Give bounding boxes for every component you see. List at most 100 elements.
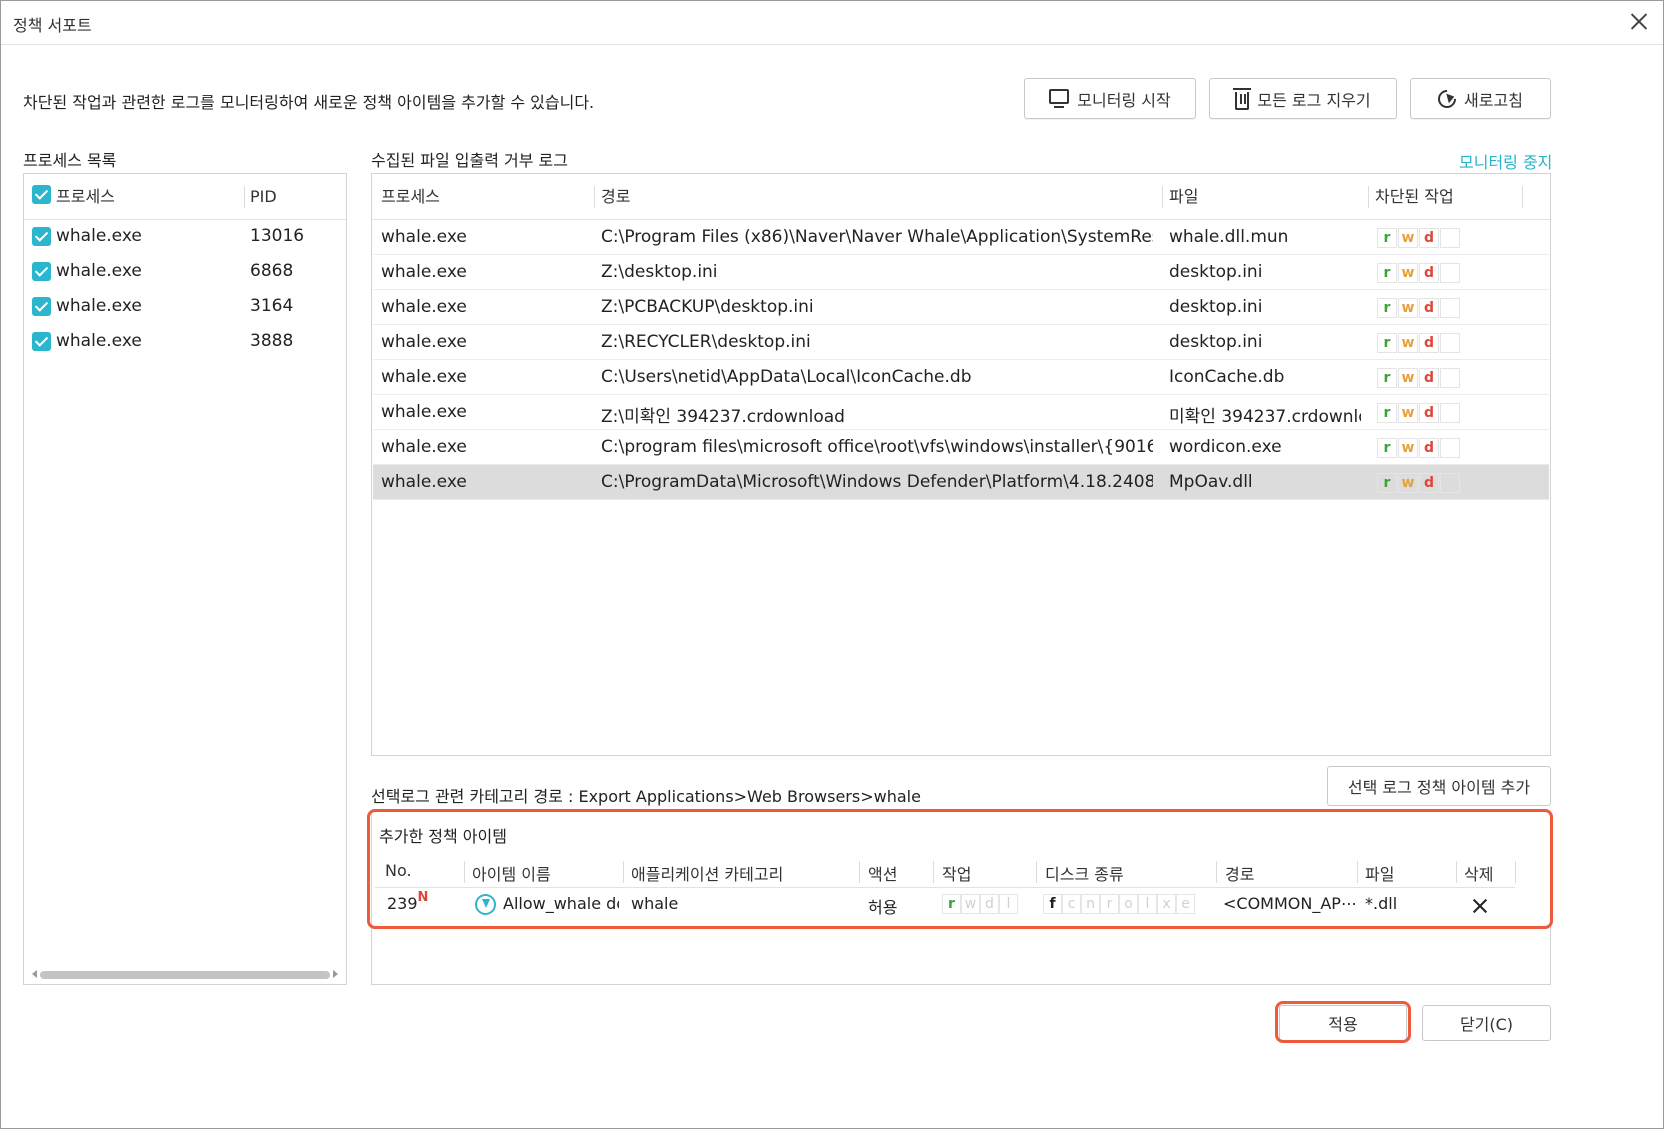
col-name-header: 아이템 이름 xyxy=(472,865,551,884)
item-disk-toggles[interactable]: fcnrolxe xyxy=(1043,894,1195,914)
item-name[interactable]: Allow_whale de xyxy=(503,894,619,913)
op-badge xyxy=(1440,473,1460,493)
process-checkbox[interactable] xyxy=(32,262,51,281)
item-ops-toggles[interactable]: rwdl xyxy=(942,894,1018,914)
blocked-ops: rwd xyxy=(1377,438,1461,458)
delete-icon[interactable] xyxy=(1471,897,1489,915)
start-monitoring-button[interactable]: 모니터링 시작 xyxy=(1024,78,1196,119)
process-checkbox[interactable] xyxy=(32,332,51,351)
op-badge: r xyxy=(1377,438,1397,458)
op-badge: r xyxy=(1377,228,1397,248)
process-row[interactable]: whale.exe 6868 xyxy=(24,254,346,289)
log-row[interactable]: whale.exe C:\program files\microsoft offi… xyxy=(373,430,1549,465)
disk-toggle[interactable]: o xyxy=(1119,894,1138,914)
col-path-header: 경로 xyxy=(1225,865,1255,884)
scroll-left-icon[interactable] xyxy=(28,970,37,978)
process-row[interactable]: whale.exe 3888 xyxy=(24,324,346,359)
log-path: C:\Users\netid\AppData\Local\IconCache.d… xyxy=(601,367,972,387)
new-badge: N xyxy=(417,890,429,905)
monitor-icon xyxy=(1049,89,1070,108)
op-badge xyxy=(1440,228,1460,248)
op-badge: r xyxy=(1377,333,1397,353)
disk-toggle[interactable]: e xyxy=(1176,894,1195,914)
category-path-text: 선택로그 관련 카테고리 경로 : Export Applications>We… xyxy=(371,787,921,806)
process-pid: 3164 xyxy=(250,296,294,316)
op-toggle[interactable]: d xyxy=(980,894,999,914)
download-icon xyxy=(475,894,496,915)
process-checkbox[interactable] xyxy=(32,227,51,246)
clear-logs-button[interactable]: 모든 로그 지우기 xyxy=(1209,78,1397,119)
disk-toggle[interactable]: l xyxy=(1138,894,1157,914)
blocked-ops: rwd xyxy=(1377,368,1461,388)
disk-toggle[interactable]: r xyxy=(1100,894,1119,914)
start-monitoring-label: 모니터링 시작 xyxy=(1077,90,1171,110)
disk-toggle[interactable]: n xyxy=(1081,894,1100,914)
disk-toggle[interactable]: f xyxy=(1043,894,1062,914)
disk-toggle[interactable]: x xyxy=(1157,894,1176,914)
log-file: wordicon.exe xyxy=(1169,437,1282,457)
op-toggle[interactable]: r xyxy=(942,894,961,914)
item-path: <COMMON_AP⋯ xyxy=(1223,894,1357,913)
blocked-ops: rwd xyxy=(1377,298,1461,318)
log-process: whale.exe xyxy=(381,297,467,317)
blocked-ops: rwd xyxy=(1377,403,1461,423)
op-badge: d xyxy=(1419,228,1439,248)
op-badge: w xyxy=(1398,473,1418,493)
process-row[interactable]: whale.exe 13016 xyxy=(24,219,346,254)
stop-monitoring-link[interactable]: 모니터링 중지 xyxy=(1459,149,1552,173)
op-toggle[interactable]: l xyxy=(999,894,1018,914)
log-process: whale.exe xyxy=(381,262,467,282)
op-badge: w xyxy=(1398,368,1418,388)
op-badge xyxy=(1440,263,1460,283)
column-divider xyxy=(859,861,860,883)
process-row[interactable]: whale.exe 3164 xyxy=(24,289,346,324)
col-disk-header: 디스크 종류 xyxy=(1045,865,1124,884)
op-badge: d xyxy=(1419,438,1439,458)
column-divider xyxy=(1162,186,1163,208)
disk-toggle[interactable]: c xyxy=(1062,894,1081,914)
blocked-ops: rwd xyxy=(1377,333,1461,353)
scroll-right-icon[interactable] xyxy=(333,970,342,978)
log-path: Z:\미확인 394237.crdownload xyxy=(601,407,845,427)
log-row[interactable]: whale.exe Z:\PCBACKUP\desktop.ini desktop.… xyxy=(373,290,1549,325)
select-all-checkbox[interactable] xyxy=(32,185,51,204)
col-process-header: 프로세스 xyxy=(56,187,115,206)
horizontal-scrollbar[interactable] xyxy=(28,969,342,980)
close-icon[interactable] xyxy=(1627,9,1651,33)
refresh-button[interactable]: 새로고침 xyxy=(1410,78,1551,119)
op-badge xyxy=(1440,403,1460,423)
log-title: 수집된 파일 입출력 거부 로그 xyxy=(371,151,568,170)
description-text: 차단된 작업과 관련한 로그를 모니터링하여 새로운 정책 아이템을 추가할 수… xyxy=(23,93,595,112)
clear-logs-label: 모든 로그 지우기 xyxy=(1257,90,1371,110)
process-list-title: 프로세스 목록 xyxy=(23,151,117,170)
op-badge: w xyxy=(1398,333,1418,353)
op-badge: r xyxy=(1377,403,1397,423)
item-action[interactable]: 허용 xyxy=(868,894,897,918)
log-row[interactable]: whale.exe C:\Program Files (x86)\Naver\Na… xyxy=(373,220,1549,255)
op-badge: r xyxy=(1377,263,1397,283)
close-button[interactable]: 닫기(C) xyxy=(1422,1005,1551,1041)
op-badge xyxy=(1440,438,1460,458)
op-badge: d xyxy=(1419,263,1439,283)
scrollbar-thumb[interactable] xyxy=(40,971,330,979)
add-policy-item-button[interactable]: 선택 로그 정책 아이템 추가 xyxy=(1327,766,1551,806)
log-row[interactable]: whale.exe Z:\RECYCLER\desktop.ini desktop.… xyxy=(373,325,1549,360)
title-bar: 정책 서포트 xyxy=(1,1,1663,45)
op-toggle[interactable]: w xyxy=(961,894,980,914)
log-row[interactable]: whale.exe Z:\desktop.ini desktop.ini r w d xyxy=(373,255,1549,290)
column-divider xyxy=(1368,186,1369,208)
log-path: C:\program files\microsoft office\root\v… xyxy=(601,437,1153,457)
process-checkbox[interactable] xyxy=(32,297,51,316)
log-process: whale.exe xyxy=(381,437,467,457)
log-row[interactable]: whale.exe Z:\미확인 394237.crdownload 미확인 394… xyxy=(373,395,1549,430)
policy-support-dialog: 정책 서포트 차단된 작업과 관련한 로그를 모니터링하여 새로운 정책 아이템… xyxy=(0,0,1664,1129)
log-path: Z:\RECYCLER\desktop.ini xyxy=(601,332,811,352)
column-divider xyxy=(623,861,624,883)
column-divider xyxy=(1216,861,1217,883)
log-process: whale.exe xyxy=(381,402,467,422)
log-row[interactable]: whale.exe C:\ProgramData\Microsoft\Window… xyxy=(373,465,1549,500)
process-name: whale.exe xyxy=(56,226,142,246)
op-badge: r xyxy=(1377,298,1397,318)
log-process: whale.exe xyxy=(381,332,467,352)
log-row[interactable]: whale.exe C:\Users\netid\AppData\Local\Ic… xyxy=(373,360,1549,395)
